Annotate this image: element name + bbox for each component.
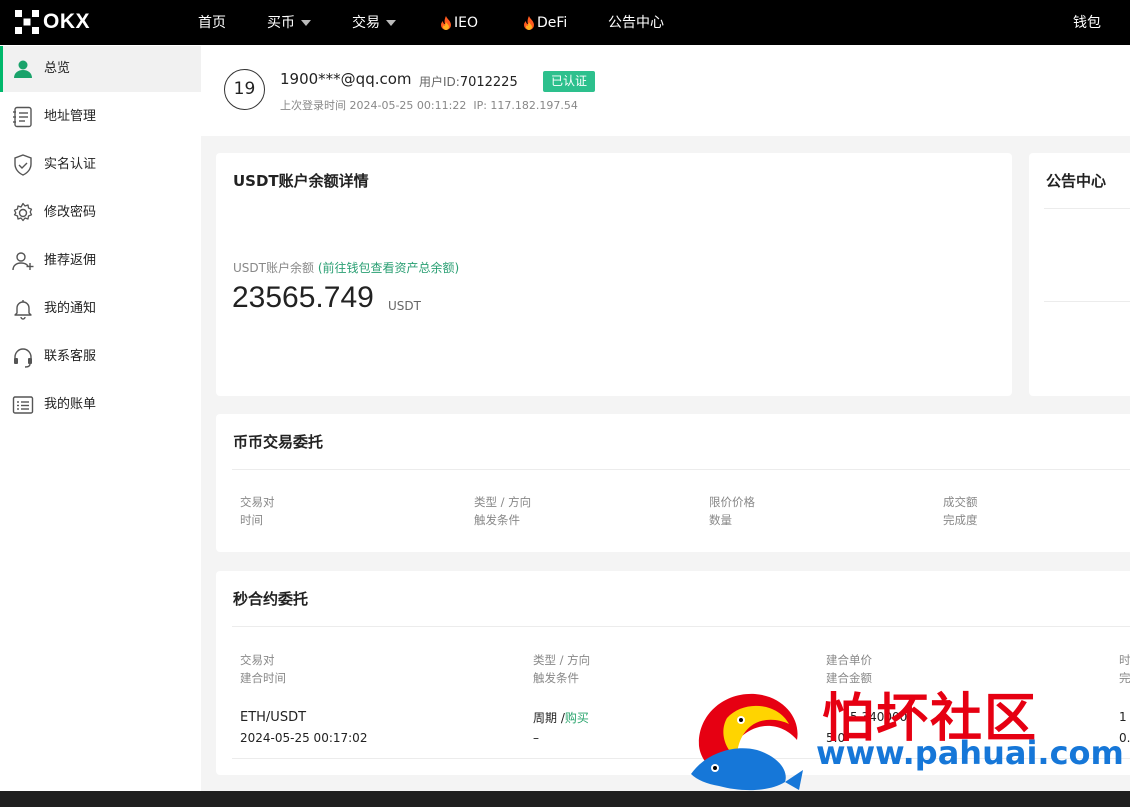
divider — [232, 469, 1130, 470]
list-icon — [12, 396, 34, 414]
chevron-down-icon — [301, 19, 311, 26]
notice-card: 公告中心 — [1029, 153, 1130, 396]
spot-col-volume-header: 成交额 完成度 — [943, 495, 978, 527]
sidebar: 总览 地址管理 实名认证 修改密码 推荐返佣 我的通知 联系客服 我的账单 — [0, 45, 201, 791]
profile-header: 19 1900***@qq.com 用户ID:7012225 已认证 上次登录时… — [201, 45, 1130, 136]
contract-col-time-header: 时完 — [1119, 653, 1130, 685]
order-direction: 购买 — [564, 711, 589, 725]
spot-col-pair-header: 交易对 时间 — [240, 495, 275, 527]
nav-ieo[interactable]: IEO — [440, 0, 478, 45]
user-add-icon — [12, 252, 34, 271]
order-trigger: – — [533, 731, 539, 745]
balance-label: USDT账户余额 (前往钱包查看资产总余额) — [233, 261, 460, 275]
bell-icon — [14, 300, 32, 320]
okx-logo-icon — [15, 10, 39, 34]
nav-home[interactable]: 首页 — [198, 0, 226, 45]
nav-buy-crypto[interactable]: 买币 — [267, 0, 311, 45]
contract-col-type-header: 类型 / 方向 触发条件 — [533, 653, 591, 685]
last-login-info: 上次登录时间 2024-05-25 00:11:22 IP: 117.182.1… — [280, 99, 578, 112]
user-id: 用户ID:7012225 — [419, 75, 518, 90]
address-list-icon — [13, 106, 32, 128]
brand-name: OKX — [43, 10, 91, 33]
sidebar-item-address[interactable]: 地址管理 — [0, 94, 201, 140]
fire-icon — [441, 15, 451, 30]
sidebar-item-bills[interactable]: 我的账单 — [0, 382, 201, 428]
contract-orders-title: 秒合约委托 — [233, 590, 309, 608]
order-pair: ETH/USDT — [240, 710, 307, 725]
nav-announcements[interactable]: 公告中心 — [608, 0, 664, 45]
divider — [1044, 301, 1130, 302]
top-navbar: OKX 首页 买币 交易 IEO DeFi 公告中心 钱包 — [0, 0, 1130, 45]
bottom-bar — [0, 791, 1130, 807]
usdt-balance-card: USDT账户余额详情 USDT账户余额 (前往钱包查看资产总余额) 23565.… — [216, 153, 1012, 396]
sidebar-item-change-password[interactable]: 修改密码 — [0, 190, 201, 236]
divider — [232, 626, 1130, 627]
spot-orders-card: 币币交易委托 交易对 时间 类型 / 方向 触发条件 限价价格 数量 成交额 完成度 — [216, 414, 1130, 552]
okx-logo[interactable]: OKX — [14, 9, 90, 35]
contract-col-pair-header: 交易对 建合时间 — [240, 653, 286, 685]
gear-icon — [13, 202, 33, 222]
shield-check-icon — [14, 154, 32, 176]
spot-col-price-header: 限价价格 数量 — [709, 495, 755, 527]
watermark-fish-logo-icon — [691, 693, 803, 791]
user-email: 1900***@qq.com — [280, 70, 412, 88]
spot-col-type-header: 类型 / 方向 触发条件 — [474, 495, 532, 527]
nav-trade[interactable]: 交易 — [352, 0, 396, 45]
headset-icon — [14, 348, 32, 368]
balance-value: 23565.749 — [232, 281, 374, 314]
nav-wallet[interactable]: 钱包 — [1073, 0, 1101, 45]
chevron-down-icon — [386, 19, 396, 26]
fire-icon — [524, 15, 534, 30]
sidebar-item-notifications[interactable]: 我的通知 — [0, 286, 201, 332]
divider — [1044, 208, 1130, 209]
watermark-url: www.pahuai.com — [816, 734, 1124, 772]
sidebar-item-support[interactable]: 联系客服 — [0, 334, 201, 380]
wallet-balance-link[interactable]: (前往钱包查看资产总余额) — [318, 261, 459, 275]
sidebar-item-overview[interactable]: 总览 — [0, 46, 201, 92]
user-icon — [14, 60, 32, 78]
order-type: 周期 /购买 — [533, 711, 589, 725]
verified-badge: 已认证 — [543, 71, 596, 92]
spot-orders-title: 币币交易委托 — [233, 433, 324, 451]
order-time: 2024-05-25 00:17:02 — [240, 731, 368, 745]
balance-unit: USDT — [388, 299, 421, 313]
avatar[interactable]: 19 — [224, 69, 265, 110]
nav-defi[interactable]: DeFi — [523, 0, 567, 45]
sidebar-item-referral[interactable]: 推荐返佣 — [0, 238, 201, 284]
order-col4-top: 1 — [1119, 710, 1127, 724]
sidebar-item-verification[interactable]: 实名认证 — [0, 142, 201, 188]
notice-card-title: 公告中心 — [1046, 172, 1107, 190]
balance-card-title: USDT账户余额详情 — [233, 172, 369, 190]
